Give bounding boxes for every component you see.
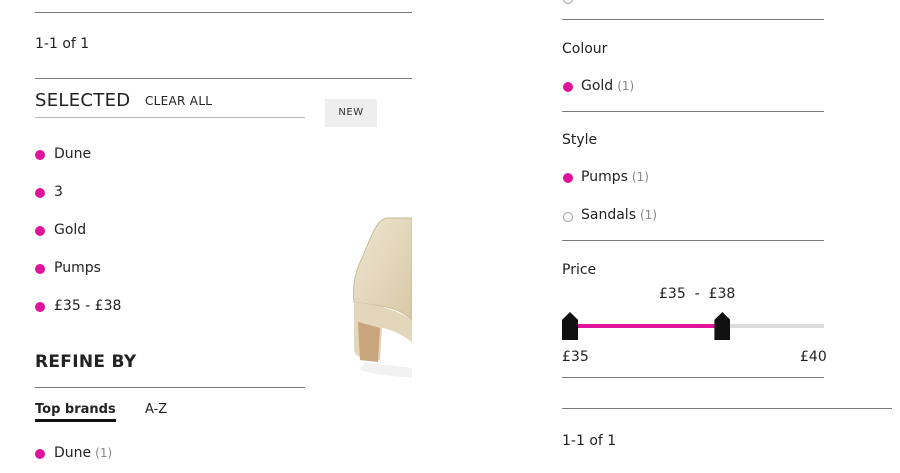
selected-dot-icon [563,82,573,92]
price-max-label: £40 [800,349,827,365]
price-min-label: £35 [562,349,589,365]
price-divider [562,377,824,378]
bottom-divider-right [562,408,892,409]
selected-filter-label: £35 - £38 [54,298,122,314]
tab-a-z[interactable]: A-Z [145,402,167,417]
selected-filter-label: 3 [54,184,63,200]
refine-heading: REFINE BY [35,352,137,372]
price-slider-min-handle[interactable] [562,312,578,340]
price-heading: Price [562,262,597,278]
product-image[interactable] [340,210,412,390]
selected-heading: SELECTED [35,90,131,111]
size-divider [562,19,824,20]
selected-dot-icon [563,173,573,183]
radio-empty-icon [563,0,573,4]
clear-all-link[interactable]: CLEAR ALL [145,94,212,108]
style-divider [562,240,824,241]
results-count: 1-1 of 1 [35,36,90,52]
price-range-label: £35 - £38 [659,286,736,302]
selected-dot-icon [35,150,45,160]
selected-dot-icon [35,188,45,198]
selected-dot-icon [35,226,45,236]
colour-heading: Colour [562,41,608,57]
style-count: (1) [631,170,649,184]
selected-filter-label: Dune [54,146,92,162]
brand-count: (1) [95,446,113,460]
colour-divider [562,111,824,112]
results-count-bottom: 1-1 of 1 [562,433,617,449]
selected-dot-icon [35,449,45,459]
selected-dot-icon [35,302,45,312]
top-divider-left [35,12,412,13]
price-slider-fill [570,324,723,328]
style-count: (1) [640,208,657,222]
refine-divider [35,387,305,388]
colour-count: (1) [617,79,635,93]
selected-filter-label: Pumps [54,260,101,276]
price-slider-max-handle[interactable] [714,312,731,340]
style-heading: Style [562,132,598,148]
style-label: Sandals (1) [581,207,657,223]
colour-name: Gold [581,78,614,94]
new-badge: NEW [325,99,377,127]
tab-top-brands[interactable]: Top brands [35,402,116,422]
style-name: Pumps [581,169,628,185]
brand-label: Dune (1) [54,445,112,461]
selected-divider [35,117,305,118]
shoe-illustration [353,217,412,378]
brand-name: Dune [54,445,92,461]
style-label: Pumps (1) [581,169,649,185]
radio-empty-icon [563,212,573,222]
selected-dot-icon [35,264,45,274]
colour-label: Gold (1) [581,78,634,94]
style-name: Sandals [581,207,636,223]
results-divider [35,78,412,79]
selected-filter-label: Gold [54,222,87,238]
